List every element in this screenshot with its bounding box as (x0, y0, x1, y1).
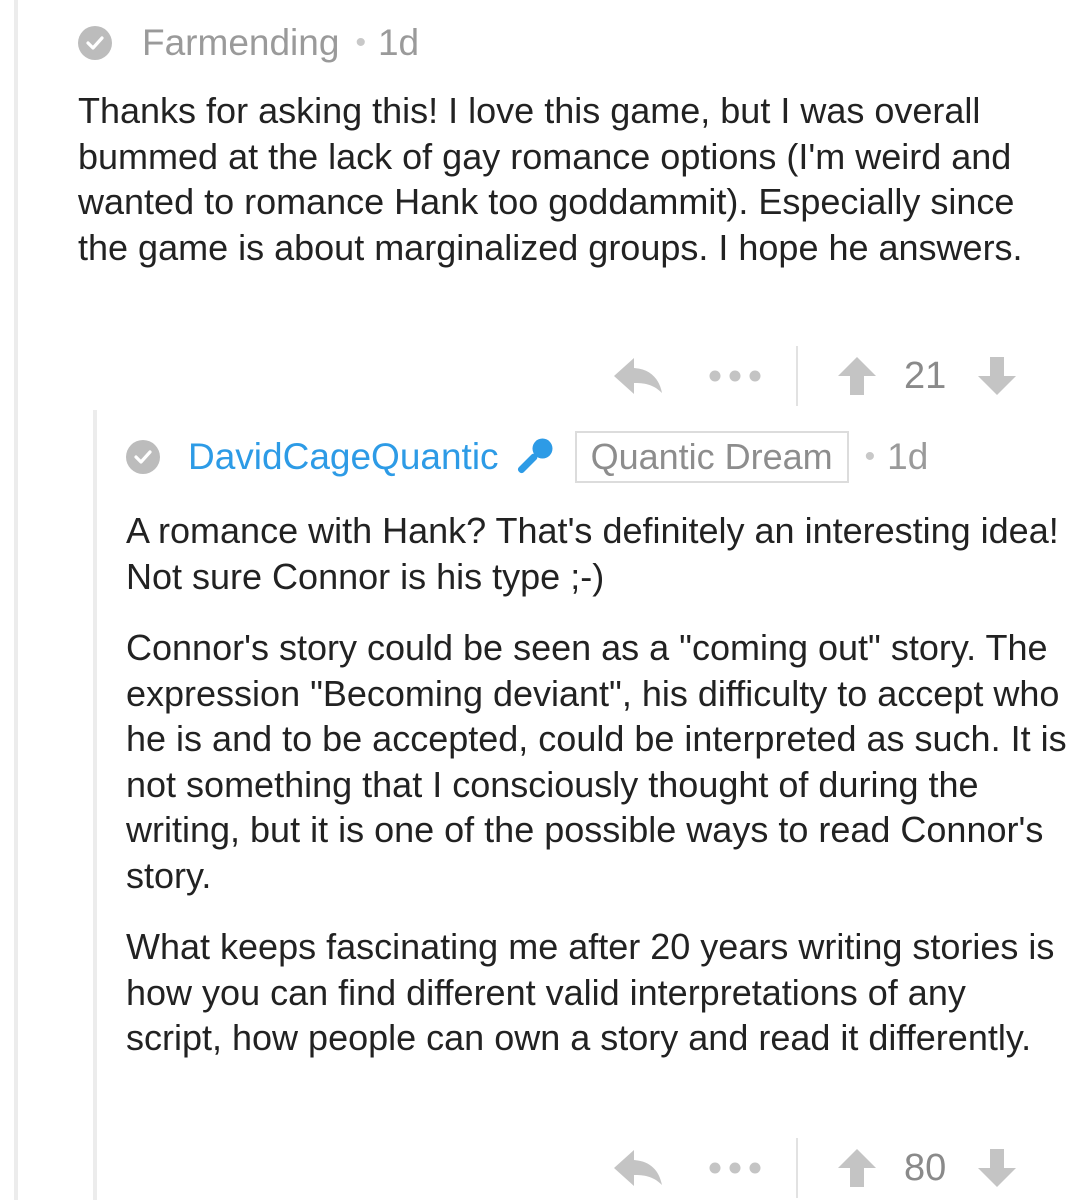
comment-header: DavidCageQuantic Quantic Dream • 1d (126, 428, 1071, 486)
upvote-arrow-icon[interactable] (836, 1147, 878, 1189)
more-dots-icon[interactable] (708, 1158, 762, 1178)
check-circle-icon[interactable] (78, 26, 112, 60)
comment-davidcagequantic: DavidCageQuantic Quantic Dream • 1d A ro… (126, 428, 1071, 1061)
microphone-icon (509, 433, 559, 481)
reply-indent-line (93, 410, 97, 1200)
check-circle-icon[interactable] (126, 440, 160, 474)
comment-actions: 80 (612, 1138, 1018, 1198)
comment-paragraph: A romance with Hank? That's definitely a… (126, 510, 1059, 597)
comment-timestamp: 1d (887, 436, 929, 477)
thread-indent-line (14, 0, 18, 1200)
comment-body: Thanks for asking this! I love this game… (78, 88, 1068, 270)
user-flair: Quantic Dream (574, 431, 849, 483)
actions-divider (796, 1138, 798, 1198)
comment-author[interactable]: DavidCageQuantic (188, 436, 499, 478)
downvote-arrow-icon[interactable] (976, 1147, 1018, 1189)
comment-header: Farmending • 1d (78, 14, 1068, 72)
reply-arrow-icon[interactable] (612, 1146, 664, 1190)
comment-farmending: Farmending • 1d Thanks for asking this! … (78, 14, 1068, 270)
comment-paragraph: What keeps fascinating me after 20 years… (126, 926, 1055, 1058)
comment-timestamp: 1d (377, 22, 420, 63)
meta-separator: • (355, 26, 366, 59)
vote-score: 21 (904, 354, 947, 397)
comment-author[interactable]: Farmending (142, 22, 339, 64)
more-dots-icon[interactable] (708, 366, 762, 386)
vote-score: 80 (904, 1146, 947, 1189)
comment-actions: 21 (612, 346, 1018, 406)
downvote-arrow-icon[interactable] (976, 355, 1018, 397)
upvote-arrow-icon[interactable] (836, 355, 878, 397)
comment-body: A romance with Hank? That's definitely a… (126, 508, 1071, 1061)
meta-separator: • (864, 440, 876, 473)
reply-arrow-icon[interactable] (612, 354, 664, 398)
actions-divider (796, 346, 798, 406)
comment-paragraph: Thanks for asking this! I love this game… (78, 90, 1023, 268)
comment-paragraph: Connor's story could be seen as a "comin… (126, 627, 1067, 896)
